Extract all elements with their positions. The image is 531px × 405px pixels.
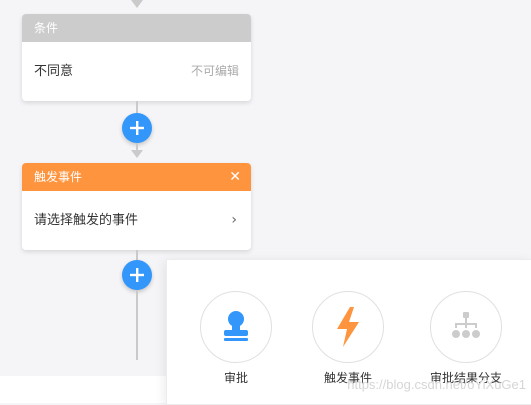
- trigger-node-header: 触发事件 ✕: [22, 163, 251, 191]
- stamp-icon: [224, 311, 248, 341]
- option-approval[interactable]: 审批: [191, 291, 281, 386]
- condition-node[interactable]: 条件 不同意 不可编辑: [22, 14, 251, 101]
- plus-icon: [130, 268, 144, 282]
- connector-line: [136, 290, 138, 360]
- flow-canvas: 条件 不同意 不可编辑 触发事件 ✕ 请选择触发的事件 › 审批 触发事件 审批…: [0, 0, 531, 405]
- add-node-button[interactable]: [122, 113, 152, 143]
- option-trigger-circle: [312, 291, 384, 363]
- plus-icon: [130, 121, 144, 135]
- connector-arrow: [131, 0, 143, 8]
- trigger-node-placeholder: 请选择触发的事件: [34, 213, 139, 228]
- condition-node-header: 条件: [22, 14, 251, 42]
- canvas-bottom-band: [0, 376, 170, 403]
- option-approval-label: 审批: [223, 371, 248, 385]
- condition-node-body: 不同意 不可编辑: [22, 42, 251, 101]
- connector-line: [136, 101, 138, 113]
- trigger-node-body[interactable]: 请选择触发的事件 ›: [22, 191, 251, 250]
- trigger-event-node[interactable]: 触发事件 ✕ 请选择触发的事件 ›: [22, 163, 251, 250]
- option-branch-circle: [430, 291, 502, 363]
- branch-icon: [452, 312, 480, 338]
- close-icon[interactable]: ✕: [229, 163, 241, 191]
- option-approval-circle: [200, 291, 272, 363]
- watermark: https://blog.csdn.net/oYiXuGe1: [347, 377, 526, 392]
- add-node-popover: 审批 触发事件 审批结果分支 https://blog.csdn.net/oYi…: [166, 259, 531, 405]
- trigger-node-title: 触发事件: [34, 170, 83, 184]
- condition-node-hint: 不可编辑: [190, 64, 239, 78]
- condition-node-text: 不同意: [34, 64, 74, 79]
- lightning-icon: [337, 307, 359, 347]
- option-trigger-event[interactable]: 触发事件: [303, 291, 393, 386]
- add-node-button[interactable]: [122, 260, 152, 290]
- condition-node-title: 条件: [34, 21, 59, 35]
- connector-arrow: [131, 150, 143, 158]
- chevron-right-icon: ›: [231, 212, 237, 228]
- connector-line: [136, 250, 138, 260]
- option-approval-branch[interactable]: 审批结果分支: [421, 291, 511, 386]
